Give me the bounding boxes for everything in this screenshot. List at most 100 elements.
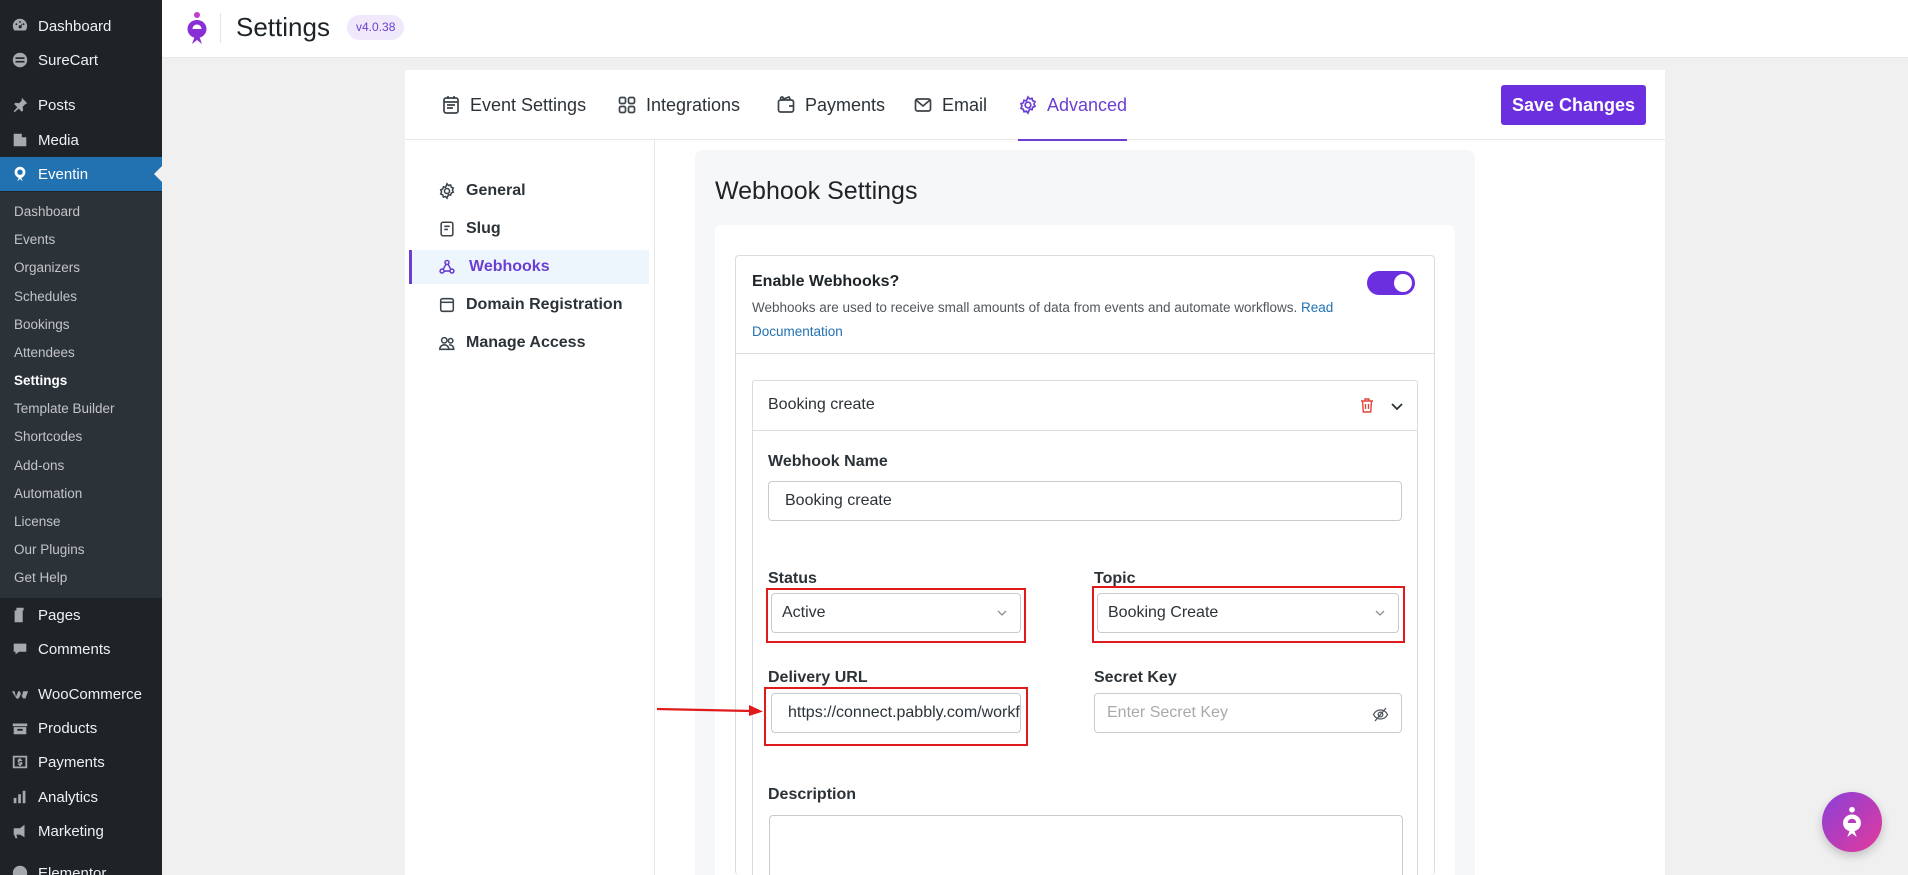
nav-label: Webhooks <box>469 258 550 275</box>
annotation-arrow <box>656 705 763 716</box>
version-badge: v4.0.38 <box>347 15 405 40</box>
webhook-settings-panel: Webhook Settings Enable Webhooks? Webhoo… <box>695 150 1475 875</box>
menu-item-posts[interactable]: Posts <box>0 88 162 122</box>
highlight-box-delivery-url <box>764 687 1028 746</box>
menu-item-eventin[interactable]: Eventin <box>0 157 162 191</box>
tab-event-settings[interactable]: Event Settings <box>441 70 586 140</box>
tab-label: Integrations <box>646 94 741 115</box>
nav-label: Domain Registration <box>466 296 623 313</box>
menu-label: Payments <box>38 753 105 771</box>
page-title: Settings <box>236 12 330 42</box>
enable-webhooks-description: Webhooks are used to receive small amoun… <box>752 296 1372 344</box>
menu-item-comments[interactable]: Comments <box>0 632 162 666</box>
analytics-icon <box>9 787 31 807</box>
description-textarea[interactable] <box>769 815 1403 875</box>
woocommerce-icon <box>9 684 31 704</box>
nav-label: General <box>466 182 526 199</box>
tab-integrations[interactable]: Integrations <box>617 70 740 140</box>
trash-icon[interactable] <box>1359 397 1375 414</box>
products-icon <box>9 718 31 738</box>
menu-item-marketing[interactable]: Marketing <box>0 814 162 848</box>
submenu-item-license[interactable]: License <box>14 514 61 530</box>
menu-item-media[interactable]: Media <box>0 123 162 157</box>
submenu-item-schedules[interactable]: Schedules <box>14 289 77 305</box>
menu-item-dashboard[interactable]: Dashboard <box>0 9 162 43</box>
gear-icon <box>1019 95 1037 115</box>
description-text: Webhooks are used to receive small amoun… <box>752 300 1298 315</box>
nav-item-domain-registration[interactable]: Domain Registration <box>409 288 649 322</box>
eventin-logo-icon <box>187 12 207 44</box>
payments-icon <box>9 752 31 772</box>
nav-item-general[interactable]: General <box>409 174 649 208</box>
chevron-up-icon[interactable] <box>1389 398 1405 414</box>
dashboard-icon <box>9 16 31 36</box>
submenu-item-settings[interactable]: Settings <box>14 373 67 389</box>
pages-icon <box>9 605 31 625</box>
menu-item-surecart[interactable]: SureCart <box>0 43 162 77</box>
menu-item-payments[interactable]: Payments <box>0 745 162 779</box>
menu-label: Comments <box>38 640 111 658</box>
eventin-icon <box>9 164 31 184</box>
webhook-item-title: Booking create <box>768 396 875 413</box>
nav-label: Manage Access <box>466 334 586 351</box>
enable-webhooks-section: Enable Webhooks? Webhooks are used to re… <box>735 255 1435 875</box>
gear-icon <box>439 182 455 200</box>
menu-item-analytics[interactable]: Analytics <box>0 780 162 814</box>
submenu-item-organizers[interactable]: Organizers <box>14 260 80 276</box>
header-divider <box>220 13 221 43</box>
tab-email[interactable]: Email <box>913 70 987 140</box>
menu-item-woocommerce[interactable]: WooCommerce <box>0 677 162 711</box>
tab-advanced[interactable]: Advanced <box>1018 70 1128 141</box>
settings-card: Event Settings Integrations Payments Ema… <box>405 70 1665 875</box>
eye-off-icon[interactable] <box>1372 706 1389 723</box>
submenu-item-template-builder[interactable]: Template Builder <box>14 401 115 417</box>
nav-item-manage-access[interactable]: Manage Access <box>409 326 649 360</box>
envelope-icon <box>914 98 932 112</box>
webhook-name-input[interactable]: Booking create <box>768 481 1402 521</box>
eventin-chat-button[interactable] <box>1822 792 1882 852</box>
submenu-item-get-help[interactable]: Get Help <box>14 570 67 586</box>
menu-item-products[interactable]: Products <box>0 711 162 745</box>
webhook-item-header[interactable]: Booking create <box>753 381 1417 431</box>
tab-label: Payments <box>805 94 886 115</box>
wallet-icon <box>777 95 795 113</box>
enable-webhooks-toggle[interactable] <box>1367 271 1415 295</box>
wp-admin-menu: Dashboard SureCart Posts Media Eventin D… <box>0 0 162 875</box>
tab-label: Event Settings <box>470 94 587 115</box>
menu-item-pages[interactable]: Pages <box>0 598 162 632</box>
marketing-icon <box>9 821 31 841</box>
eventin-logo-icon <box>1843 806 1861 838</box>
eventin-submenu: Dashboard Events Organizers Schedules Bo… <box>0 192 162 598</box>
users-icon <box>439 336 455 351</box>
menu-label: Analytics <box>38 788 99 806</box>
menu-label: Pages <box>38 606 81 624</box>
submenu-item-shortcodes[interactable]: Shortcodes <box>14 429 82 445</box>
submenu-item-bookings[interactable]: Bookings <box>14 317 70 333</box>
menu-label: Posts <box>38 96 76 114</box>
section-divider <box>736 353 1434 354</box>
advanced-side-nav: General Slug Webhooks Domain Registratio… <box>405 140 655 875</box>
window-icon <box>439 297 455 313</box>
webhook-icon <box>439 259 455 274</box>
section-title: Webhook Settings <box>715 177 918 205</box>
tab-payments[interactable]: Payments <box>776 70 885 140</box>
media-icon <box>9 130 31 150</box>
tab-label: Email <box>942 94 988 115</box>
submenu-item-events[interactable]: Events <box>14 232 55 248</box>
submenu-item-attendees[interactable]: Attendees <box>14 345 75 361</box>
submenu-item-add-ons[interactable]: Add-ons <box>14 458 64 474</box>
menu-label: Products <box>38 719 98 737</box>
webhook-settings-body: Enable Webhooks? Webhooks are used to re… <box>715 225 1455 875</box>
nav-item-webhooks[interactable]: Webhooks <box>409 250 649 284</box>
menu-item-elementor[interactable]: Elementor <box>0 856 162 875</box>
webhook-name-label: Webhook Name <box>768 453 888 470</box>
save-changes-button[interactable]: Save Changes <box>1501 85 1646 125</box>
status-label: Status <box>768 570 817 587</box>
secret-key-input[interactable]: Enter Secret Key <box>1094 693 1402 733</box>
submenu-item-automation[interactable]: Automation <box>14 486 82 502</box>
menu-label: Elementor <box>38 864 107 875</box>
submenu-item-our-plugins[interactable]: Our Plugins <box>14 542 85 558</box>
submenu-item-dashboard[interactable]: Dashboard <box>14 204 80 220</box>
nav-item-slug[interactable]: Slug <box>409 212 649 246</box>
document-icon <box>440 221 454 237</box>
